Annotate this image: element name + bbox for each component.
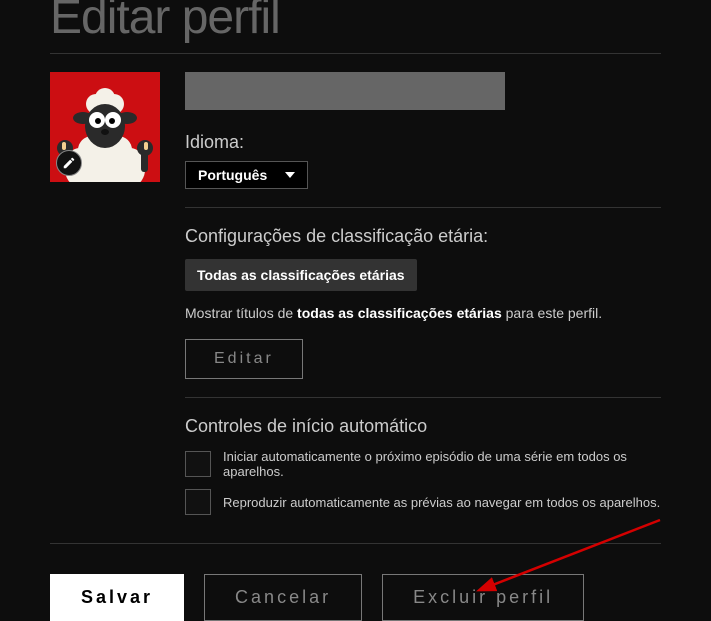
autoplay-next-label: Iniciar automaticamente o próximo episód… <box>223 449 661 479</box>
language-select[interactable]: Português <box>185 161 308 189</box>
divider <box>185 397 661 398</box>
maturity-chip: Todas as classificações etárias <box>185 259 417 291</box>
maturity-helper: Mostrar títulos de todas as classificaçõ… <box>185 305 661 321</box>
edit-avatar-button[interactable] <box>56 150 82 176</box>
chevron-down-icon <box>285 172 295 178</box>
avatar[interactable] <box>50 72 160 182</box>
divider <box>185 207 661 208</box>
divider <box>50 543 661 544</box>
page-title: Editar perfil <box>50 0 661 45</box>
language-label: Idioma: <box>185 132 661 153</box>
profile-name-input[interactable] <box>185 72 505 110</box>
autoplay-previews-label: Reproduzir automaticamente as prévias ao… <box>223 495 660 510</box>
maturity-title: Configurações de classificação etária: <box>185 226 661 247</box>
save-button[interactable]: Salvar <box>50 574 184 621</box>
cancel-button[interactable]: Cancelar <box>204 574 362 621</box>
pencil-icon <box>62 156 76 170</box>
autoplay-previews-checkbox[interactable] <box>185 489 211 515</box>
autoplay-title: Controles de início automático <box>185 416 661 437</box>
delete-profile-button[interactable]: Excluir perfil <box>382 574 584 621</box>
divider <box>50 53 661 54</box>
autoplay-next-checkbox[interactable] <box>185 451 211 477</box>
maturity-helper-pre: Mostrar títulos de <box>185 305 297 321</box>
maturity-helper-post: para este perfil. <box>502 305 602 321</box>
maturity-helper-bold: todas as classificações etárias <box>297 305 502 321</box>
edit-maturity-button[interactable]: Editar <box>185 339 303 379</box>
language-value: Português <box>198 167 267 183</box>
